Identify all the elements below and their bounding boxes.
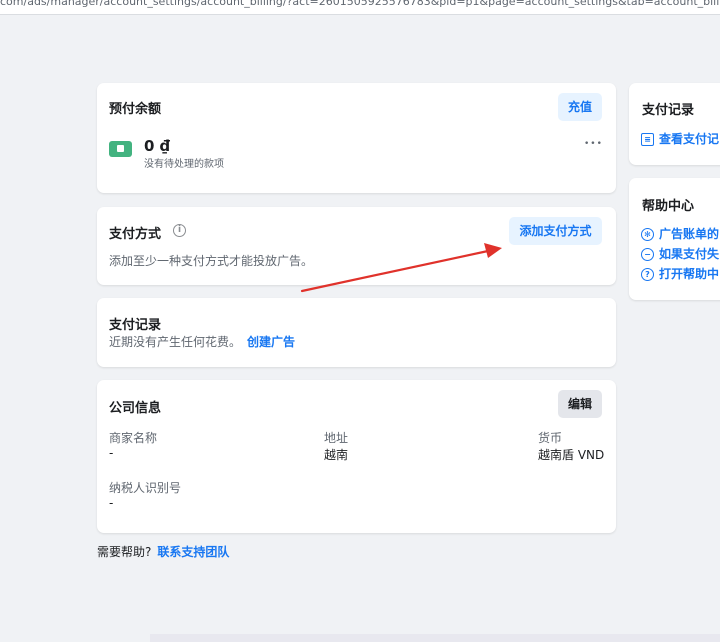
contact-support-link[interactable]: 联系支持团队 xyxy=(157,545,229,559)
question-icon: ? xyxy=(641,268,654,281)
balance-amount: 0 ₫ xyxy=(144,137,171,155)
help-item-billing-label: 广告账单的 xyxy=(659,227,720,241)
help-item-payment-failed-label: 如果支付失 xyxy=(659,247,720,261)
payment-method-card: 支付方式 i 添加支付方式 添加至少一种支付方式才能投放广告。 xyxy=(97,207,616,285)
minus-circle-icon: − xyxy=(641,248,654,261)
info-icon[interactable]: i xyxy=(173,224,186,237)
help-item-open-help[interactable]: ? 打开帮助中 xyxy=(641,265,719,282)
help-item-payment-failed[interactable]: − 如果支付失 xyxy=(641,245,719,262)
help-item-billing[interactable]: ✻ 广告账单的 xyxy=(641,225,719,242)
address-value: 越南 xyxy=(324,448,349,462)
address-label: 地址 xyxy=(324,431,349,445)
payment-history-title: 支付记录 xyxy=(109,318,162,333)
help-item-open-help-label: 打开帮助中 xyxy=(659,267,720,281)
side-payment-history-title: 支付记录 xyxy=(642,103,695,118)
edit-button[interactable]: 编辑 xyxy=(558,390,602,418)
prepaid-balance-title: 预付余额 xyxy=(109,102,162,117)
add-payment-method-button[interactable]: 添加支付方式 xyxy=(509,217,602,245)
view-payment-history-label: 查看支付记 xyxy=(659,132,720,146)
side-payment-history-card: 支付记录 ≡ 查看支付记 xyxy=(629,83,720,165)
business-name-label: 商家名称 xyxy=(109,431,158,445)
url-text: com/ads/manager/account_settings/account… xyxy=(0,0,720,8)
pending-payments-text: 没有待处理的款项 xyxy=(144,159,224,170)
view-payment-history-link[interactable]: ≡ 查看支付记 xyxy=(641,130,719,147)
help-footer: 需要帮助? 联系支持团队 xyxy=(97,543,229,560)
recharge-button[interactable]: 充值 xyxy=(558,93,602,121)
create-ad-link[interactable]: 创建广告 xyxy=(247,335,295,349)
gear-icon: ✻ xyxy=(641,228,654,241)
payment-history-card: 支付记录 近期没有产生任何花费。 创建广告 xyxy=(97,298,616,367)
company-info-card: 公司信息 编辑 商家名称 - 地址 越南 货币 越南盾 VND 纳税人识别号 - xyxy=(97,380,616,533)
help-center-title: 帮助中心 xyxy=(642,199,695,214)
taskbar-strip xyxy=(150,634,720,642)
need-help-text: 需要帮助? xyxy=(97,545,152,559)
browser-url-bar[interactable]: com/ads/manager/account_settings/account… xyxy=(0,0,720,15)
tax-id-label: 纳税人识别号 xyxy=(109,481,182,495)
prepaid-balance-card: 预付余额 充值 0 ₫ 没有待处理的款项 ••• xyxy=(97,83,616,193)
more-options-icon[interactable]: ••• xyxy=(584,139,603,149)
currency-value: 越南盾 VND xyxy=(538,448,605,462)
business-name-value: - xyxy=(109,446,114,460)
payment-history-line: 近期没有产生任何花费。 创建广告 xyxy=(109,333,295,350)
payment-method-hint: 添加至少一种支付方式才能投放广告。 xyxy=(109,254,314,268)
wallet-icon xyxy=(109,141,132,157)
help-center-card: 帮助中心 ✻ 广告账单的 − 如果支付失 ? 打开帮助中 xyxy=(629,178,720,300)
no-spend-text: 近期没有产生任何花费。 xyxy=(109,335,242,349)
payment-method-title: 支付方式 xyxy=(109,227,162,242)
receipt-icon: ≡ xyxy=(641,133,654,146)
currency-label: 货币 xyxy=(538,431,563,445)
company-info-title: 公司信息 xyxy=(109,401,162,416)
tax-id-value: - xyxy=(109,496,114,510)
